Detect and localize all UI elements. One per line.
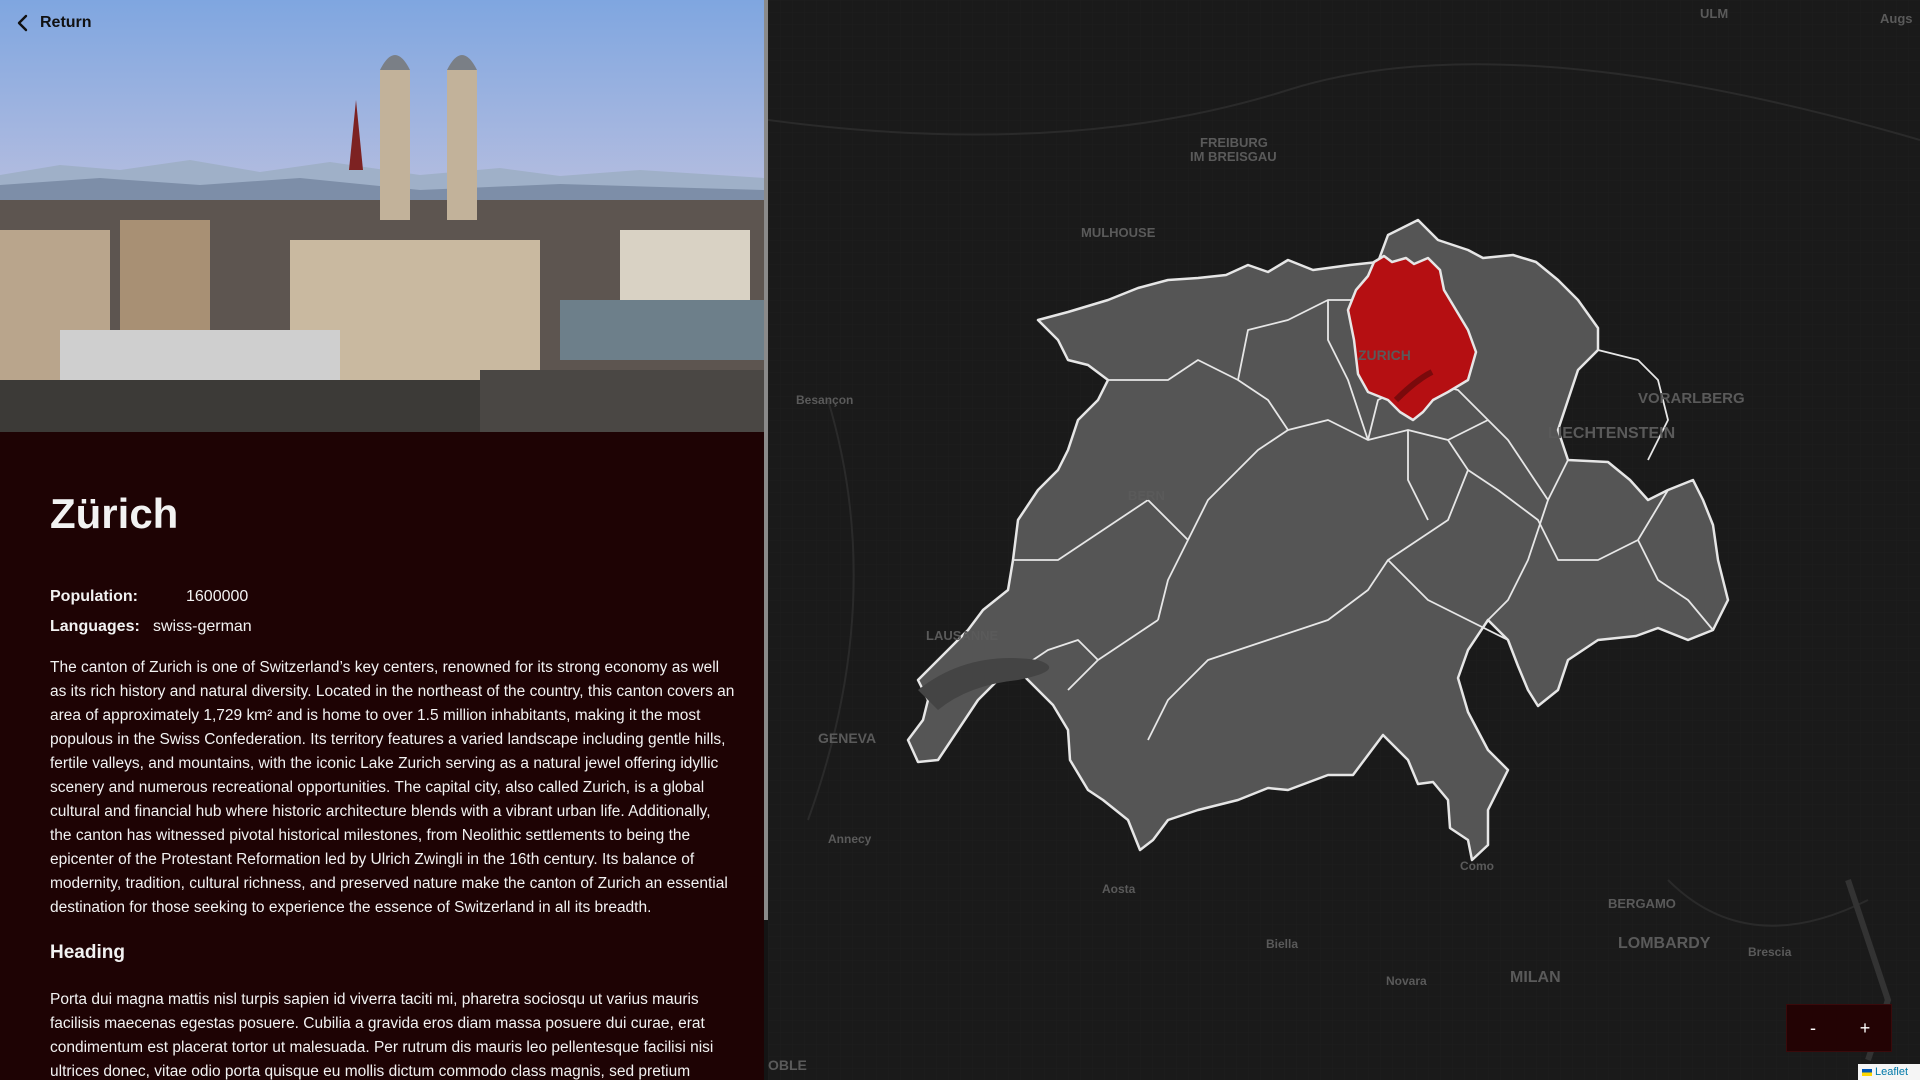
map-label-ulm: ULM: [1700, 6, 1728, 21]
map-view[interactable]: ULM Augs FREIBURG IM BREISGAU MULHOUSE B…: [768, 0, 1920, 1080]
map-label-freiburg-1: FREIBURG: [1200, 135, 1268, 150]
canton-photo: [0, 0, 764, 432]
canton-description: The canton of Zurich is one of Switzerla…: [50, 659, 735, 916]
map-label-lausanne: LAUSANNE: [926, 628, 999, 643]
map-label-lombardy: LOMBARDY: [1618, 935, 1711, 952]
map-attribution[interactable]: Leaflet: [1858, 1064, 1920, 1080]
zoom-in-button[interactable]: +: [1839, 1005, 1891, 1051]
languages-label: Languages:: [50, 618, 140, 635]
map-label-vorarlberg: VORARLBERG: [1638, 390, 1745, 407]
map-label-zurich: ZURICH: [1358, 347, 1411, 363]
map-label-annecy: Annecy: [828, 832, 872, 846]
page-title: Zürich: [50, 490, 179, 537]
map-label-besancon: Besançon: [796, 393, 853, 407]
chevron-left-icon: [17, 14, 28, 32]
map-label-bergamo: BERGAMO: [1608, 896, 1676, 911]
ukraine-flag-icon: [1862, 1068, 1872, 1076]
languages-value: swiss-german: [153, 618, 252, 635]
population-value: 1600000: [186, 588, 249, 605]
map-label-liechtenstein: LIECHTENSTEIN: [1548, 425, 1675, 442]
return-label: Return: [40, 14, 92, 31]
section-text: Porta dui magna mattis nisl turpis sapie…: [50, 991, 714, 1080]
map-label-milan: MILAN: [1510, 969, 1561, 986]
map-label-brescia: Brescia: [1748, 945, 1792, 959]
map-label-mulhouse: MULHOUSE: [1081, 225, 1156, 240]
zoom-control: - +: [1786, 1004, 1892, 1052]
zoom-out-button[interactable]: -: [1787, 1005, 1839, 1051]
map-label-geneva: GENEVA: [818, 730, 876, 746]
canton-details: Zürich Population: 1600000 Languages: sw…: [50, 480, 736, 1080]
map-label-novara: Novara: [1386, 974, 1427, 988]
map-label-como: Como: [1460, 859, 1494, 873]
population-row: Population: 1600000: [50, 582, 736, 612]
section-heading: Heading: [50, 942, 125, 963]
return-button[interactable]: Return: [16, 14, 92, 32]
population-label: Population:: [50, 588, 138, 605]
attribution-link[interactable]: Leaflet: [1875, 1066, 1908, 1078]
map-label-augsburg: Augs: [1880, 11, 1913, 26]
map-label-biella: Biella: [1266, 937, 1298, 951]
info-panel: Return Zürich Population: 1600000 Langua…: [0, 0, 764, 1080]
map-label-grenoble: OBLE: [768, 1057, 807, 1073]
map-label-freiburg-2: IM BREISGAU: [1190, 149, 1277, 164]
map-label-bern: BERN: [1128, 488, 1165, 503]
map-label-aosta: Aosta: [1102, 882, 1136, 896]
languages-row: Languages: swiss-german: [50, 612, 736, 642]
